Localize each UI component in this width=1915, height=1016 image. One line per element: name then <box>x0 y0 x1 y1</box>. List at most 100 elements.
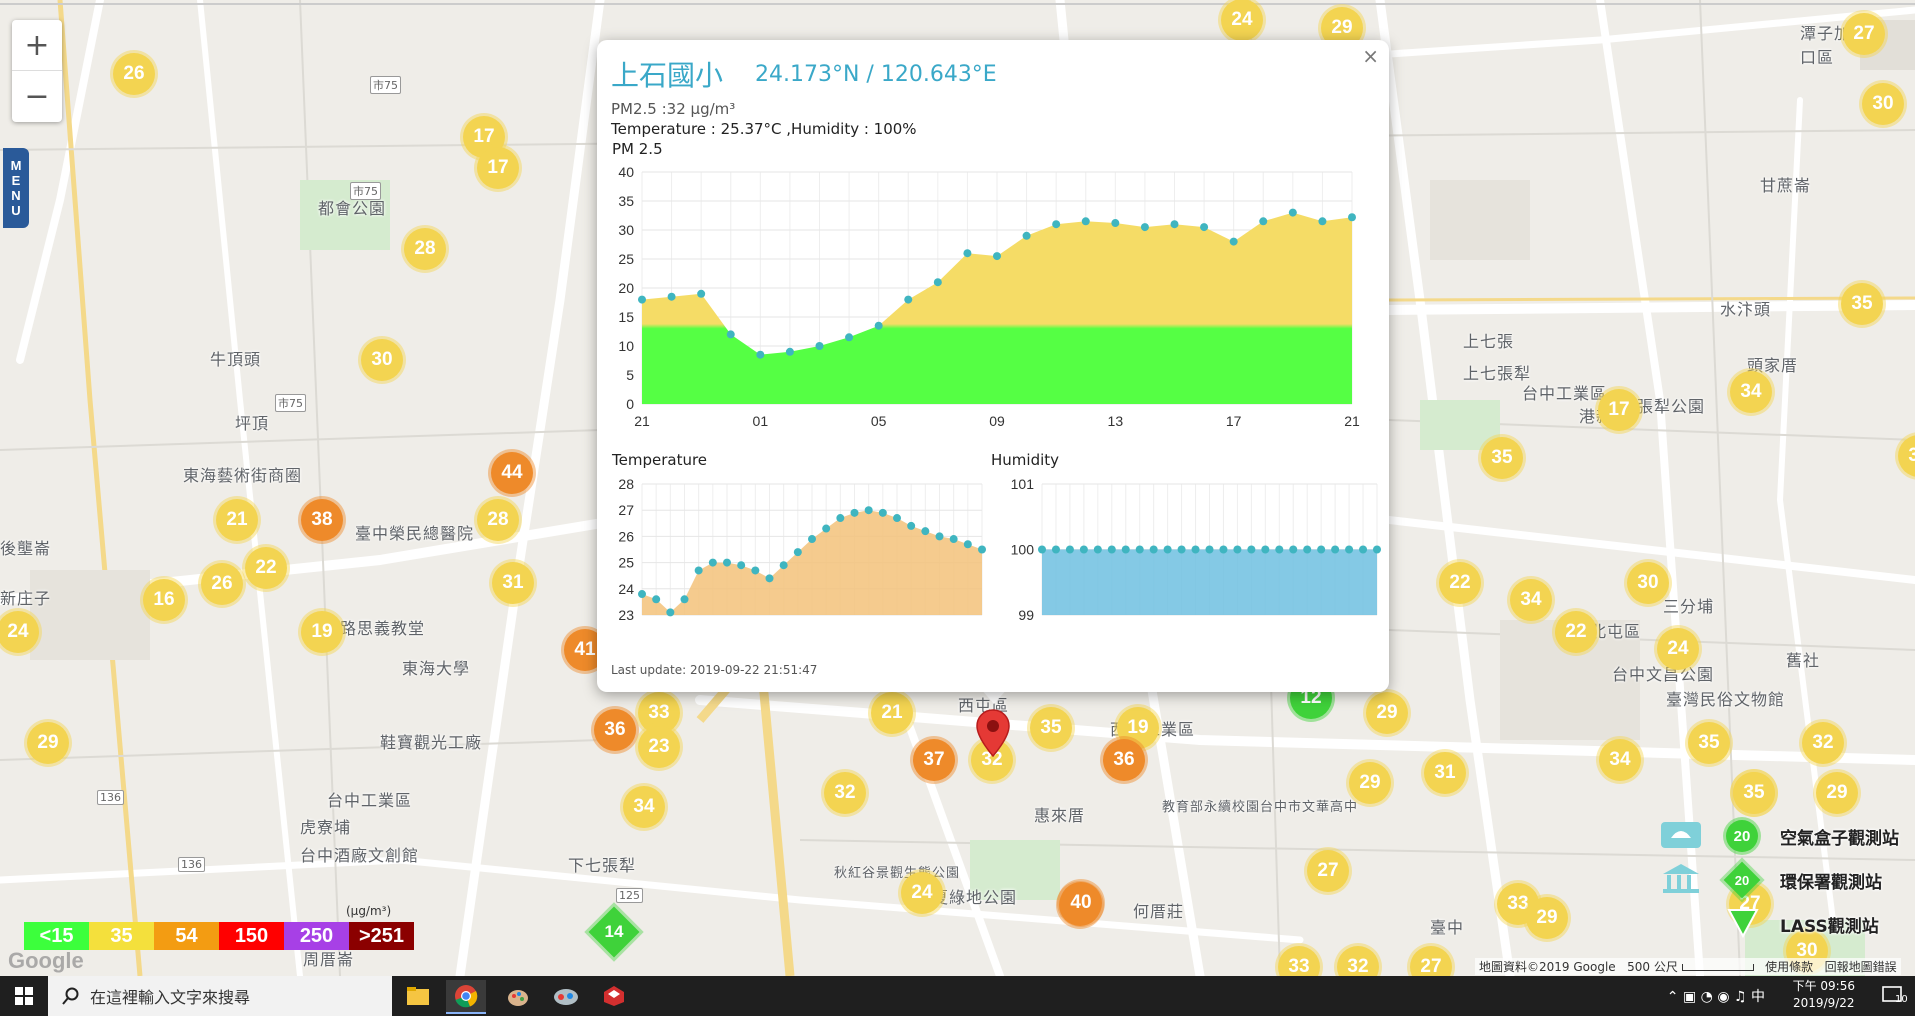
legend-unit: (µg/m³) <box>346 904 392 918</box>
data-point <box>1359 545 1368 554</box>
report-error-link[interactable]: 回報地圖錯誤 <box>1825 960 1897 974</box>
pm25-sensor-marker[interactable]: 21 <box>871 692 913 734</box>
airbox-label: 空氣盒子觀測站 <box>1780 829 1899 849</box>
data-point <box>933 278 942 287</box>
data-point <box>874 321 883 330</box>
pm25-sensor-marker[interactable]: 16 <box>143 579 185 621</box>
pm25-sensor-marker[interactable]: 32 <box>824 772 866 814</box>
place-label: 臺灣民俗文物館 <box>1666 690 1786 709</box>
pm25-sensor-marker[interactable]: 35 <box>1841 283 1883 325</box>
pm25-sensor-marker[interactable]: 35 <box>1688 722 1730 764</box>
chrome-icon <box>455 985 478 1008</box>
pm25-sensor-marker[interactable]: 32 <box>1802 722 1844 764</box>
data-point <box>1348 213 1356 222</box>
chrome-app[interactable] <box>446 980 486 1014</box>
pm25-sensor-marker[interactable]: 22 <box>1439 562 1481 604</box>
data-point <box>652 595 661 604</box>
road-shield: 市75 <box>275 394 306 412</box>
place-label: 新庄子 <box>0 589 52 608</box>
map-attribution: 地圖資料©2019 Google 500 公尺 使用條款 回報地圖錯誤 <box>1475 958 1901 975</box>
data-point <box>1163 545 1172 554</box>
epa-station-marker[interactable]: 14 <box>588 906 640 958</box>
pm25-sensor-marker[interactable]: 44 <box>491 452 533 494</box>
pm25-sensor-marker[interactable]: 21 <box>216 499 258 541</box>
pm25-sensor-marker[interactable]: 28 <box>404 228 446 270</box>
place-label: 甘蔗崙 <box>1760 176 1812 195</box>
pm25-sensor-marker[interactable]: 35 <box>1733 772 1775 814</box>
pm25-sensor-marker[interactable]: 31 <box>492 562 534 604</box>
data-point <box>1093 545 1102 554</box>
data-point <box>864 506 873 515</box>
pm25-sensor-marker[interactable]: 34 <box>623 786 665 828</box>
pm25-sensor-marker[interactable]: 29 <box>27 722 69 764</box>
pm25-sensor-marker[interactable]: 30 <box>1862 83 1904 125</box>
data-point <box>765 574 774 583</box>
pm25-sensor-marker[interactable]: 23 <box>638 726 680 768</box>
pm25-sensor-marker[interactable]: 36 <box>1103 739 1145 781</box>
pm25-sensor-marker[interactable]: 40 <box>1060 882 1102 924</box>
pm25-sensor-marker[interactable]: 19 <box>301 611 343 653</box>
pm25-sensor-marker[interactable]: 24 <box>1221 0 1263 41</box>
pm25-sensor-marker[interactable]: 31 <box>1424 752 1466 794</box>
taskbar-search-box[interactable]: 在這裡輸入文字來搜尋 <box>48 976 392 1016</box>
pm25-sensor-marker[interactable]: 29 <box>1349 762 1391 804</box>
terms-link[interactable]: 使用條款 <box>1765 960 1813 974</box>
pm25-sensor-marker[interactable]: 37 <box>913 739 955 781</box>
pm25-sensor-marker[interactable]: 35 <box>1481 437 1523 479</box>
pm25-sensor-marker[interactable]: 17 <box>1598 389 1640 431</box>
pm25-sensor-marker[interactable]: 26 <box>113 53 155 95</box>
paint-app[interactable] <box>498 980 538 1012</box>
x-tick-label: 21 <box>634 413 650 429</box>
pm25-sensor-marker[interactable]: 29 <box>1526 897 1568 939</box>
pm25-sensor-marker[interactable]: 24 <box>901 872 943 914</box>
popup-close-button[interactable]: × <box>1362 44 1379 68</box>
pm25-sensor-marker[interactable]: 34 <box>1599 739 1641 781</box>
pm25-sensor-marker[interactable]: 34 <box>1510 579 1552 621</box>
menu-tab[interactable]: MENU <box>3 148 29 228</box>
zoom-out-button[interactable]: − <box>12 71 62 121</box>
file-explorer-app[interactable] <box>398 980 438 1012</box>
ime-indicator[interactable]: 中 <box>1751 989 1765 1005</box>
pm25-sensor-marker[interactable]: 29 <box>1366 692 1408 734</box>
data-point <box>666 608 675 617</box>
pm25-sensor-marker[interactable]: 22 <box>245 547 287 589</box>
data-point <box>1259 217 1268 226</box>
pm25-sensor-marker[interactable]: 27 <box>1307 850 1349 892</box>
pm25-sensor-marker[interactable]: 29 <box>1816 772 1858 814</box>
game-app[interactable] <box>546 980 586 1012</box>
pm25-sensor-marker[interactable]: 17 <box>477 147 519 189</box>
pm25-sensor-marker[interactable]: 26 <box>201 563 243 605</box>
map-canvas[interactable]: 牛頂頭 坪頂 東海藝術街商圈 東海大學 後壟崙 新庄子 台中工業區 虎寮埔 台中酒廠文創館 下七張… <box>0 0 1915 976</box>
pm25-sensor-marker[interactable]: 36 <box>594 709 636 751</box>
data-point <box>1135 545 1144 554</box>
lass-label: LASS觀測站 <box>1780 917 1879 937</box>
zoom-in-button[interactable]: + <box>12 20 62 71</box>
pm25-sensor-marker[interactable]: 38 <box>301 499 343 541</box>
folder-icon <box>407 987 429 1005</box>
y-tick-label: 28 <box>618 476 634 492</box>
sketchup-app[interactable] <box>594 980 634 1012</box>
start-button[interactable] <box>0 976 48 1016</box>
pm25-sensor-marker[interactable]: 27 <box>1843 13 1885 55</box>
pm25-sensor-marker[interactable]: 30 <box>361 339 403 381</box>
system-tray[interactable]: ⌃ ▣ ◔ ◉ ♫ 中 <box>1667 986 1765 1006</box>
data-point <box>638 590 646 599</box>
pm25-sensor-marker[interactable]: 35 <box>1030 707 1072 749</box>
pm25-sensor-marker[interactable]: 30 <box>1627 562 1669 604</box>
place-label: 秋紅谷景觀生態公園 <box>834 866 961 881</box>
data-point <box>1191 545 1200 554</box>
pm25-sensor-marker[interactable]: 34 <box>1730 371 1772 413</box>
search-icon <box>62 987 79 1005</box>
station-info-popup: × 上石國小 24.173°N / 120.643°E PM2.5 :32 μg… <box>597 40 1389 692</box>
taskbar-clock[interactable]: 下午 09:56 2019/9/22 <box>1793 978 1855 1012</box>
x-tick-label: 09 <box>989 413 1005 429</box>
pm25-sensor-marker[interactable]: 22 <box>1555 611 1597 653</box>
series-area <box>1042 549 1377 615</box>
place-label: 夏綠地公園 <box>932 888 1018 907</box>
y-tick-label: 35 <box>618 193 634 209</box>
y-tick-label: 23 <box>618 607 634 623</box>
pm25-sensor-marker[interactable]: 28 <box>477 499 519 541</box>
selected-location-pin-icon[interactable] <box>975 708 1011 758</box>
notification-center-button[interactable]: 10 <box>1881 984 1908 1010</box>
pm25-sensor-marker[interactable]: 24 <box>1657 628 1699 670</box>
